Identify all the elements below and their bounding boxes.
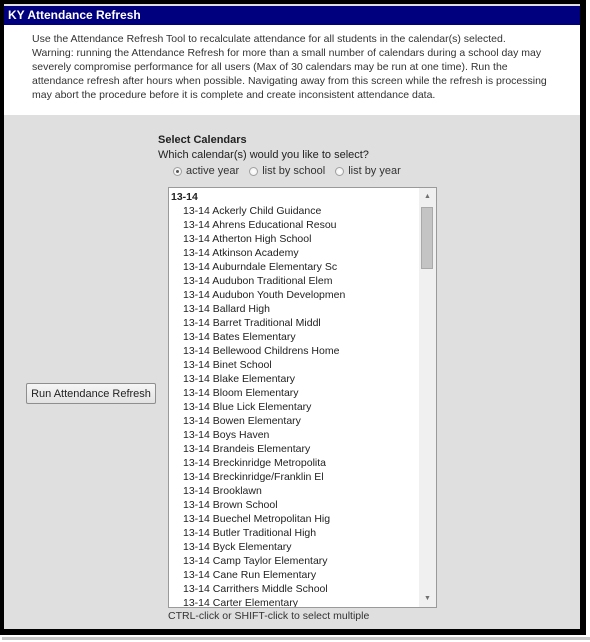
calendar-option[interactable]: 13-14 Auburndale Elementary Sc xyxy=(169,260,419,274)
intro-line: may abort the procedure before it is com… xyxy=(32,89,436,101)
calendar-option[interactable]: 13-14 Buechel Metropolitan Hig xyxy=(169,512,419,526)
run-attendance-refresh-button[interactable]: Run Attendance Refresh xyxy=(26,383,156,404)
calendar-option[interactable]: 13-14 Boys Haven xyxy=(169,428,419,442)
intro-line: Warning: running the Attendance Refresh … xyxy=(32,47,542,59)
calendar-option[interactable]: 13-14 Atherton High School xyxy=(169,232,419,246)
scroll-up-arrow-icon[interactable]: ▲ xyxy=(419,188,436,205)
calendar-option[interactable]: 13-14 Audubon Youth Developmen xyxy=(169,288,419,302)
calendar-option[interactable]: 13-14 Bowen Elementary xyxy=(169,414,419,428)
calendar-option[interactable]: 13-14 Carter Elementary xyxy=(169,596,419,607)
calendar-option[interactable]: 13-14 Butler Traditional High xyxy=(169,526,419,540)
listbox-scrollbar[interactable]: ▲ ▼ xyxy=(419,188,436,607)
calendar-option[interactable]: 13-14 Cane Run Elementary xyxy=(169,568,419,582)
calendar-option[interactable]: 13-14 Bates Elementary xyxy=(169,330,419,344)
calendar-option[interactable]: 13-14 Breckinridge Metropolita xyxy=(169,456,419,470)
calendar-option[interactable]: 13-14 Carrithers Middle School xyxy=(169,582,419,596)
calendar-option[interactable]: 13-14 Binet School xyxy=(169,358,419,372)
intro-line: attendance refresh after hours when poss… xyxy=(32,75,547,87)
radio-label: list by school xyxy=(262,165,326,177)
radio-list-by-school[interactable]: list by school xyxy=(249,165,325,177)
list-group-label: 13-14 xyxy=(171,191,198,203)
calendar-options: 13-14 13-14 Ackerly Child Guidance 13-14 … xyxy=(169,188,419,607)
radio-unchecked-icon[interactable] xyxy=(335,166,345,176)
intro-line: severely compromise performance for all … xyxy=(32,61,508,73)
calendar-question-label: Which calendar(s) would you like to sele… xyxy=(158,149,369,161)
intro-line: Use the Attendance Refresh Tool to recal… xyxy=(32,33,506,45)
intro-description: Use the Attendance Refresh Tool to recal… xyxy=(4,25,580,115)
calendar-option[interactable]: 13-14 Byck Elementary xyxy=(169,540,419,554)
multi-select-hint: CTRL-click or SHIFT-click to select mult… xyxy=(168,610,370,622)
scroll-down-arrow-icon[interactable]: ▼ xyxy=(419,590,436,607)
calendar-option[interactable]: 13-14 Brandeis Elementary xyxy=(169,442,419,456)
radio-unchecked-icon[interactable] xyxy=(249,166,259,176)
calendar-option[interactable]: 13-14 Bellewood Childrens Home xyxy=(169,344,419,358)
calendar-view-radio-group: active year list by school list by year xyxy=(173,165,401,177)
radio-active-year[interactable]: active year xyxy=(173,165,239,177)
calendar-option[interactable]: 13-14 Audubon Traditional Elem xyxy=(169,274,419,288)
frame-shadow xyxy=(2,637,590,640)
radio-list-by-year[interactable]: list by year xyxy=(335,165,401,177)
calendar-option[interactable]: 13-14 Barret Traditional Middl xyxy=(169,316,419,330)
calendar-option[interactable]: 13-14 Bloom Elementary xyxy=(169,386,419,400)
calendar-option[interactable]: 13-14 Breckinridge/Franklin El xyxy=(169,470,419,484)
calendar-option[interactable]: 13-14 Blue Lick Elementary xyxy=(169,400,419,414)
calendar-listbox[interactable]: 13-14 13-14 Ackerly Child Guidance 13-14 … xyxy=(168,187,437,608)
panel-title: KY Attendance Refresh xyxy=(4,6,580,25)
attendance-refresh-panel: KY Attendance Refresh Use the Attendance… xyxy=(0,0,586,635)
calendar-option[interactable]: 13-14 Brown School xyxy=(169,498,419,512)
radio-label: list by year xyxy=(348,165,401,177)
calendar-option[interactable]: 13-14 Brooklawn xyxy=(169,484,419,498)
calendar-option[interactable]: 13-14 Ballard High xyxy=(169,302,419,316)
radio-label: active year xyxy=(186,165,240,177)
calendar-option[interactable]: 13-14 Atkinson Academy xyxy=(169,246,419,260)
scrollbar-thumb[interactable] xyxy=(421,207,433,269)
calendar-option[interactable]: 13-14 Ahrens Educational Resou xyxy=(169,218,419,232)
radio-checked-icon[interactable] xyxy=(173,166,182,176)
calendar-option[interactable]: 13-14 Ackerly Child Guidance xyxy=(169,204,419,218)
calendar-option[interactable]: 13-14 Camp Taylor Elementary xyxy=(169,554,419,568)
calendar-option[interactable]: 13-14 Blake Elementary xyxy=(169,372,419,386)
select-calendars-heading: Select Calendars xyxy=(158,134,247,146)
